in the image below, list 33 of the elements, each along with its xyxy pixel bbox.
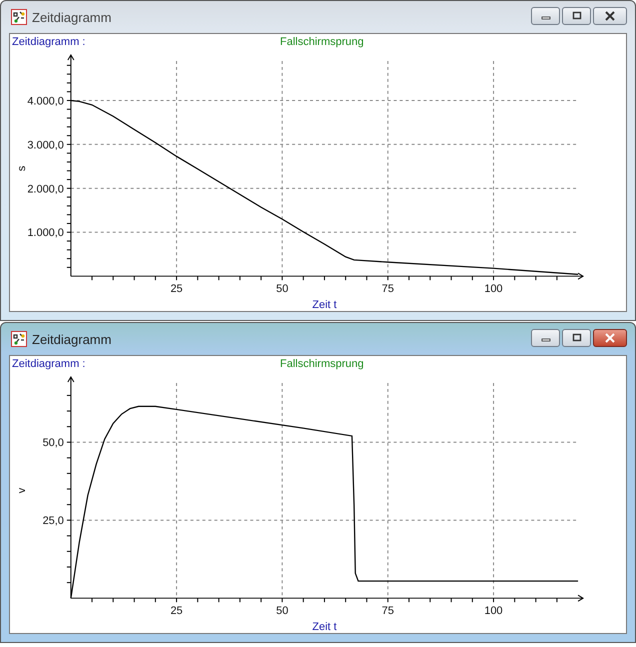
- x-tick-label: 25: [170, 283, 183, 296]
- close-icon: [604, 11, 616, 21]
- y-tick-label: 2.000,0: [27, 183, 64, 196]
- close-icon: [604, 333, 616, 343]
- diagram-label: Zeitdiagramm :: [12, 358, 86, 370]
- y-tick-label: 25,0: [42, 515, 64, 528]
- y-tick-label: 1.000,0: [27, 227, 64, 240]
- close-button[interactable]: [593, 329, 627, 347]
- minimize-button[interactable]: [531, 329, 560, 347]
- x-tick-label: 50: [276, 283, 288, 296]
- x-tick-label: 75: [382, 605, 394, 618]
- app-icon: [11, 331, 27, 347]
- x-axis-label: Zeit t: [312, 299, 337, 311]
- x-axis-label: Zeit t: [312, 621, 337, 633]
- x-tick-label: 75: [382, 283, 394, 296]
- y-axis-label: v: [16, 488, 28, 494]
- window-title: Zeitdiagramm: [32, 10, 112, 24]
- diagram-label: Zeitdiagramm :: [12, 36, 86, 48]
- maximize-icon: [572, 333, 582, 343]
- window-title: Zeitdiagramm: [32, 332, 112, 346]
- x-tick-label: 100: [484, 283, 503, 296]
- maximize-button[interactable]: [562, 329, 591, 347]
- app-icon: [11, 9, 27, 25]
- y-tick-label: 50,0: [42, 437, 64, 450]
- chart-title: Fallschirmsprung: [280, 36, 364, 48]
- x-tick-label: 100: [484, 605, 503, 618]
- y-axis-label: s: [16, 166, 28, 172]
- y-tick-label: 4.000,0: [27, 95, 64, 108]
- y-tick-label: 3.000,0: [27, 139, 64, 152]
- chart-title: Fallschirmsprung: [280, 358, 364, 370]
- x-tick-label: 50: [276, 605, 288, 618]
- maximize-icon: [572, 11, 582, 21]
- x-tick-label: 25: [170, 605, 183, 618]
